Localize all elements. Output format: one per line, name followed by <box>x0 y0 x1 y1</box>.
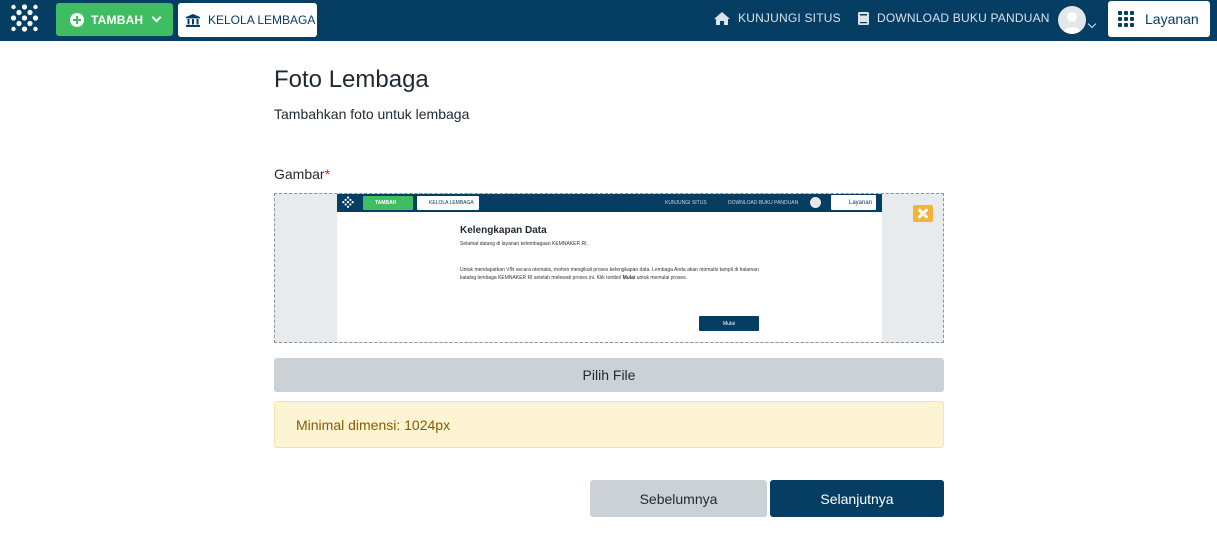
preview-kunjungi-label: KUNJUNGI SITUS <box>665 200 707 206</box>
preview-body-text-part: Untuk mendapatkan VIN secara otomatis, m… <box>460 267 759 281</box>
layanan-label: Layanan <box>1145 11 1199 27</box>
preview-avatar <box>810 197 821 208</box>
download-buku-panduan-label: DOWNLOAD BUKU PANDUAN <box>877 11 1050 25</box>
preview-welcome: Selamat datang di layanan kelembagaan KE… <box>460 241 588 247</box>
preview-download-label: DOWNLOAD BUKU PANDUAN <box>728 200 799 206</box>
tambah-button[interactable]: TAMBAH <box>56 3 173 36</box>
preview-body-text: Untuk mendapatkan VIN secara otomatis, m… <box>460 266 770 282</box>
close-icon[interactable] <box>913 205 933 222</box>
kunjungi-situs-label: KUNJUNGI SITUS <box>738 11 841 25</box>
chevron-down-icon <box>151 12 162 23</box>
choose-file-button[interactable]: Pilih File <box>274 358 944 392</box>
preview-body-text-bold: Mulai <box>622 275 636 281</box>
grid-icon <box>1118 11 1134 27</box>
page-title: Foto Lembaga <box>274 66 429 93</box>
preview-tambah-label: TAMBAH <box>375 200 397 206</box>
page-subtitle: Tambahkan foto untuk lembaga <box>274 106 470 122</box>
image-preview: TAMBAH KELOLA LEMBAGA KUNJUNGI SITUS DOW… <box>337 194 882 342</box>
top-navbar: TAMBAH KELOLA LEMBAGA KUNJUNGI SITUS DOW… <box>0 0 1217 41</box>
image-dropzone[interactable]: TAMBAH KELOLA LEMBAGA KUNJUNGI SITUS DOW… <box>274 193 944 343</box>
preview-kelola-label: KELOLA LEMBAGA <box>429 200 474 206</box>
previous-button[interactable]: Sebelumnya <box>590 480 767 517</box>
kelola-lembaga-label: KELOLA LEMBAGA <box>208 13 316 27</box>
preview-navbar: TAMBAH KELOLA LEMBAGA KUNJUNGI SITUS DOW… <box>337 194 882 212</box>
next-button[interactable]: Selanjutnya <box>770 480 944 517</box>
min-dimension-alert: Minimal dimensi: 1024px <box>274 401 944 448</box>
chevron-down-icon[interactable] <box>1087 14 1097 32</box>
book-icon <box>858 11 869 25</box>
kelola-lembaga-button[interactable]: KELOLA LEMBAGA <box>178 3 317 37</box>
preview-body-text-part: untuk memulai proses. <box>635 275 688 281</box>
required-mark: * <box>324 166 331 182</box>
preview-tambah-button: TAMBAH <box>363 196 413 210</box>
home-icon <box>714 11 730 25</box>
preview-layanan-button: Layanan <box>831 195 876 210</box>
avatar[interactable] <box>1058 6 1086 34</box>
preview-kelola-button: KELOLA LEMBAGA <box>417 196 479 210</box>
building-icon <box>186 13 200 27</box>
user-avatar-icon <box>1063 12 1081 34</box>
kunjungi-situs-link[interactable]: KUNJUNGI SITUS <box>714 11 841 25</box>
preview-layanan-label: Layanan <box>849 199 873 206</box>
kemnaker-logo-icon <box>342 196 354 208</box>
preview-mulai-button: Mulai <box>699 316 759 331</box>
download-buku-panduan-link[interactable]: DOWNLOAD BUKU PANDUAN <box>858 11 1050 25</box>
plus-circle-icon <box>70 12 84 27</box>
kemnaker-logo-icon[interactable] <box>8 4 41 36</box>
preview-title: Kelengkapan Data <box>460 225 547 236</box>
image-field-label-text: Gambar <box>274 166 325 182</box>
tambah-label: TAMBAH <box>91 12 144 27</box>
image-field-label: Gambar* <box>274 166 330 182</box>
layanan-button[interactable]: Layanan <box>1108 1 1210 37</box>
